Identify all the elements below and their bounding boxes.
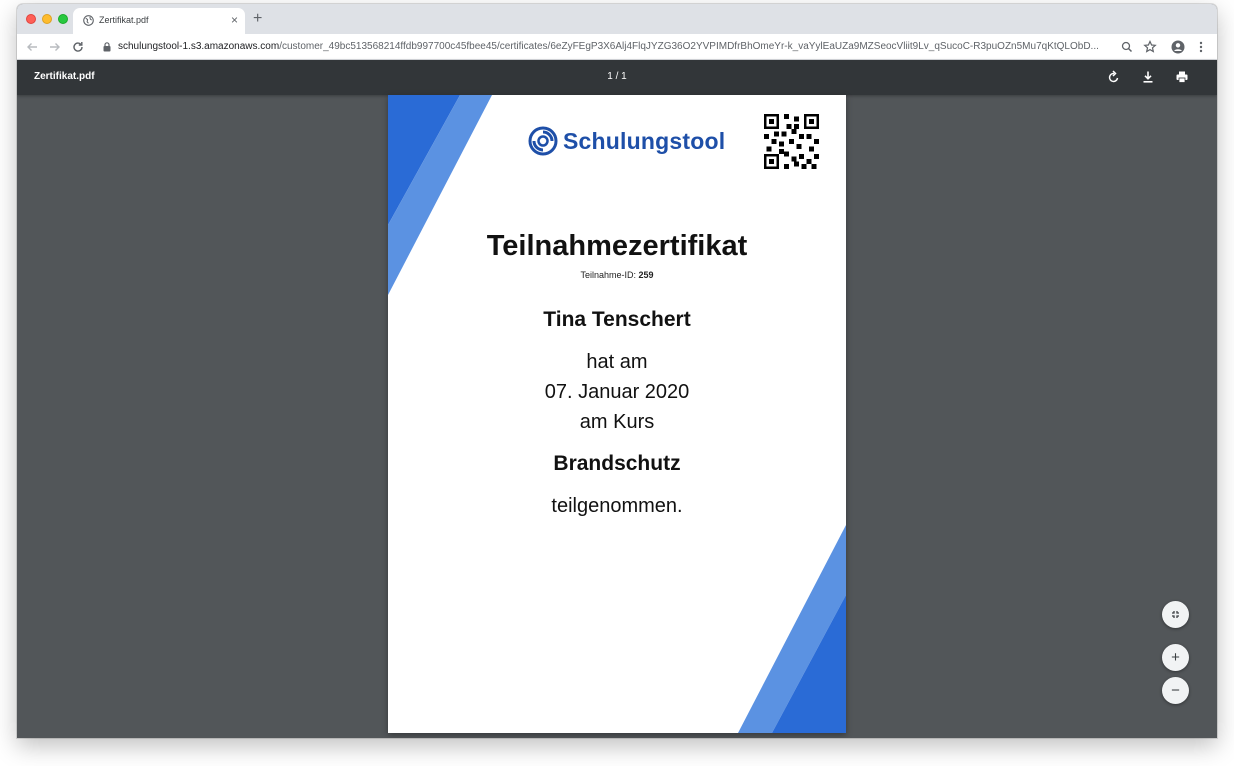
page-indicator: 1 / 1 [607,71,627,82]
participation-id-label: Teilnahme-ID: [580,270,636,280]
bookmark-star-icon[interactable] [1142,39,1158,55]
lock-icon [103,42,111,52]
download-icon[interactable] [1140,69,1156,85]
pdf-title: Zertifikat.pdf [34,71,95,82]
browser-toolbar: schulungstool-1.s3.amazonaws.com/custome… [17,34,1217,60]
fit-page-icon [1172,611,1179,618]
certificate-title: Teilnahmezertifikat [486,230,748,262]
certificate-date: 07. Januar 2020 [544,381,690,403]
zoom-search-icon[interactable] [1119,39,1135,55]
address-bar[interactable]: schulungstool-1.s3.amazonaws.com/custome… [93,37,1136,57]
forward-arrow-icon[interactable] [47,39,63,55]
back-arrow-icon[interactable] [24,39,40,55]
tab-title: Zertifikat.pdf [99,15,149,25]
close-window-button[interactable] [26,14,36,24]
new-tab-button[interactable]: + [253,11,262,27]
account-icon[interactable] [1170,39,1186,55]
pdf-page: Schulungstool Teilnahmezertifikat Teilna… [388,95,846,733]
url-host: schulungstool-1.s3.amazonaws.com [118,41,280,52]
logo-text: Schulungstool [563,128,726,154]
tab-zertifikat[interactable]: Zertifikat.pdf × [73,8,245,34]
zoom-out-button[interactable]: − [1162,677,1189,704]
certificate-line-teilgenommen: teilgenommen. [551,495,683,517]
qr-code [764,114,819,169]
rotate-icon[interactable] [1106,69,1122,85]
tab-close-icon[interactable]: × [231,13,238,27]
course-name: Brandschutz [553,452,681,475]
certificate-line-am-kurs: am Kurs [579,411,655,433]
minimize-window-button[interactable] [42,14,52,24]
url-path: /customer_49bc513568214ffdb997700c45fbee… [279,41,1099,52]
zoom-in-button[interactable]: + [1162,644,1189,671]
fit-to-page-button[interactable] [1162,601,1189,628]
reload-icon[interactable] [70,39,86,55]
more-menu-icon[interactable] [1193,39,1209,55]
participation-id: Teilnahme-ID: 259 [388,270,846,280]
browser-window: Zertifikat.pdf × + schulungstool-1.s3.am… [17,4,1217,738]
globe-icon [83,15,94,26]
url-text: schulungstool-1.s3.amazonaws.com/custome… [118,41,1113,52]
pdf-toolbar: Zertifikat.pdf 1 / 1 [17,60,1217,95]
logo-swirl-icon [528,126,558,156]
participant-name: Tina Tenschert [543,308,691,331]
maximize-window-button[interactable] [58,14,68,24]
certificate-line-hat-am: hat am [586,351,648,373]
print-icon[interactable] [1174,69,1190,85]
tab-strip: Zertifikat.pdf × + [17,4,1217,34]
participation-id-value: 259 [638,270,654,280]
